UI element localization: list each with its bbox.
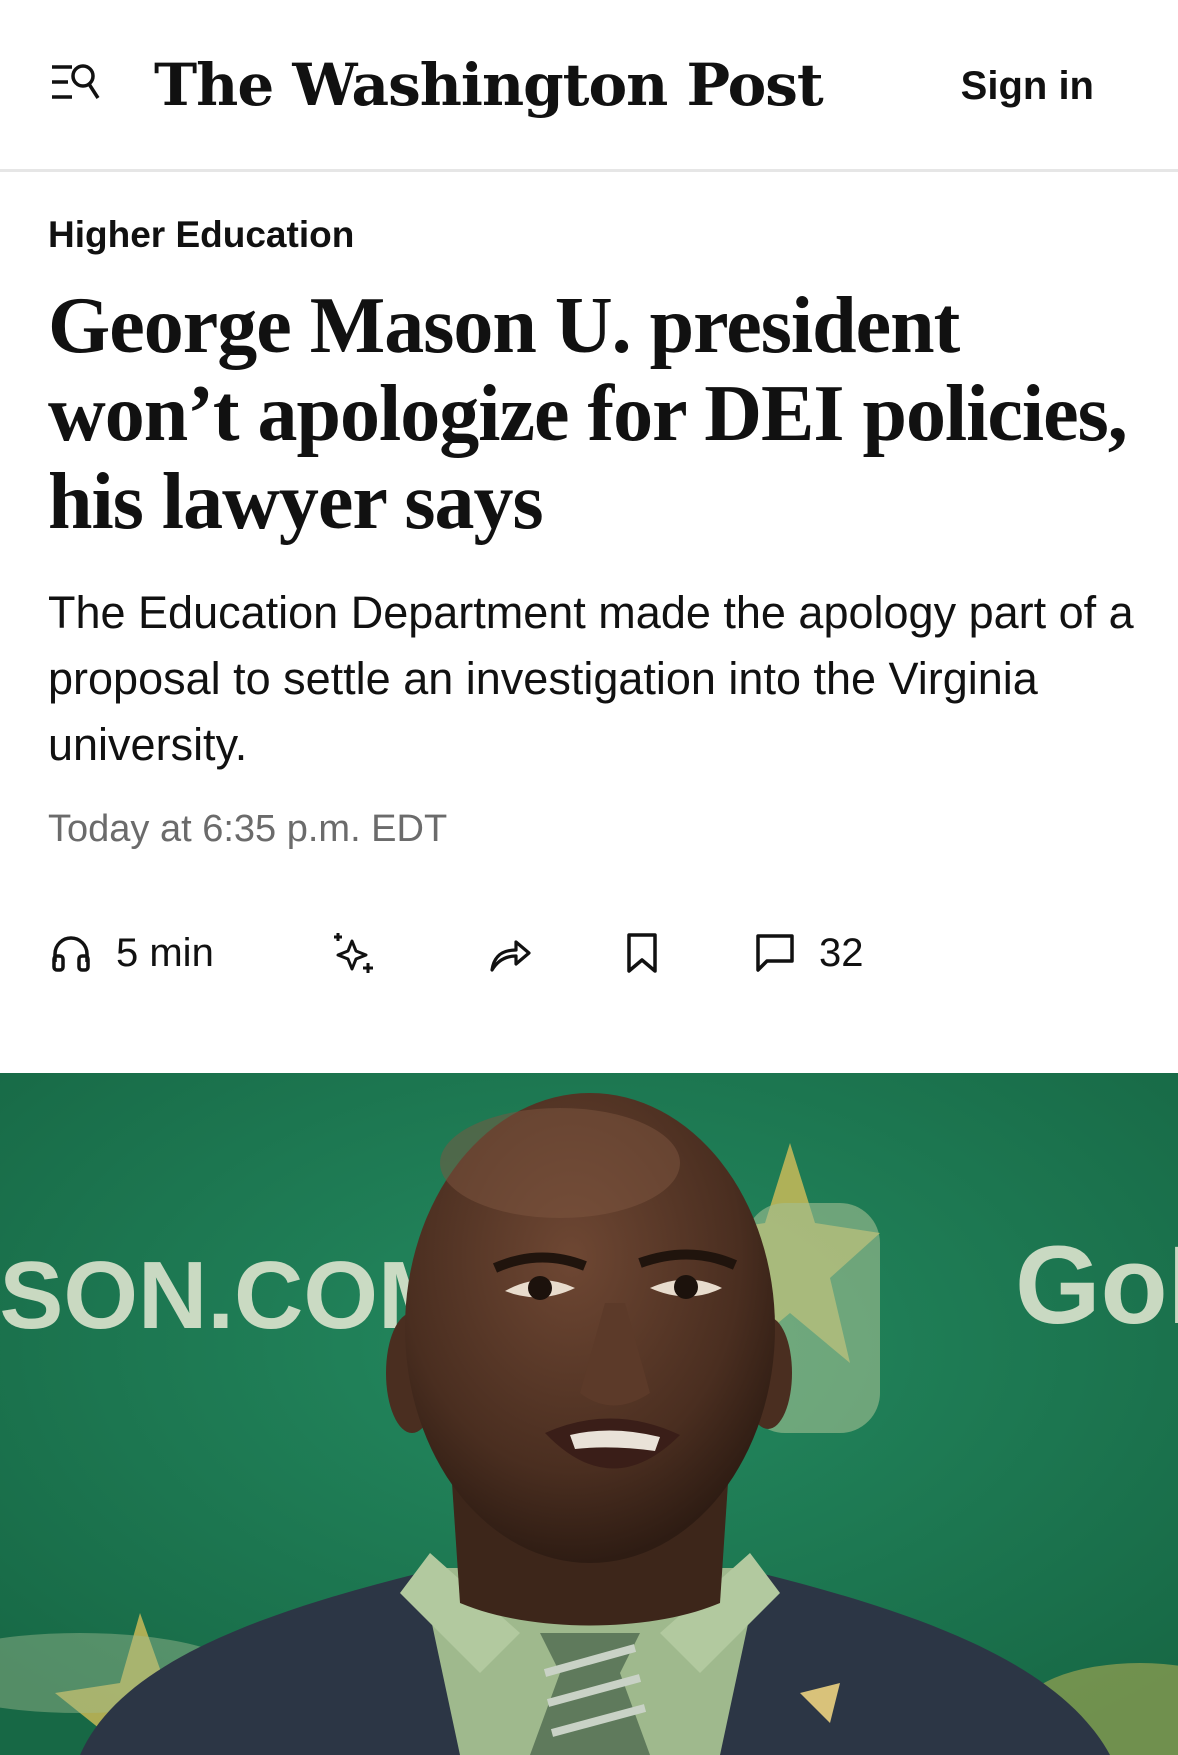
site-logo[interactable]: The Washington Post: [154, 42, 824, 128]
background-sign-left: ASON.COM: [0, 1242, 458, 1349]
share-button[interactable]: [488, 920, 532, 986]
headphones-icon: [52, 936, 90, 972]
sign-in-link[interactable]: Sign in: [961, 58, 1094, 114]
article-headline: George Mason U. president won’t apologiz…: [48, 282, 1128, 546]
president-portrait: ASON.COM GoM: [0, 1073, 1178, 1755]
section-kicker[interactable]: Higher Education: [48, 210, 354, 260]
ai-summary-button[interactable]: [332, 920, 376, 986]
comments-count: 32: [819, 931, 864, 975]
bookmark-icon: [627, 933, 657, 973]
listen-button[interactable]: 5 min: [50, 920, 214, 986]
article-dek: The Education Department made the apolog…: [48, 587, 1134, 770]
share-icon: [490, 940, 531, 972]
article-page: The Washington Post Sign in Higher Educa…: [0, 0, 1178, 1755]
sparkle-icon: [334, 933, 373, 973]
bookmark-button[interactable]: [626, 920, 658, 986]
site-header: The Washington Post Sign in: [0, 0, 1178, 172]
article-timestamp: Today at 6:35 p.m. EDT: [48, 808, 448, 850]
comments-button[interactable]: 32: [755, 920, 864, 986]
lead-photo[interactable]: ASON.COM GoM: [0, 1073, 1178, 1755]
listen-duration: 5 min: [116, 931, 214, 975]
comment-icon: [756, 934, 794, 972]
article-toolbar: 5 min 32: [0, 920, 1178, 986]
menu-search-button[interactable]: [50, 62, 102, 106]
menu-search-icon: [52, 64, 100, 99]
background-sign-right: GoM: [1015, 1224, 1178, 1347]
